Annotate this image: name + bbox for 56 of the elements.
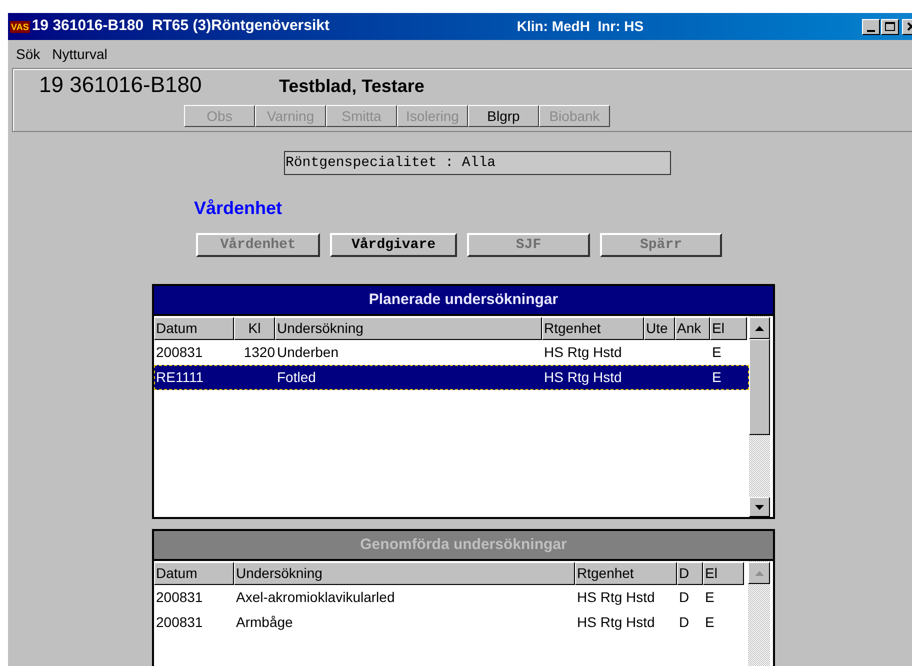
menu-item[interactable]: Sök [16,44,40,64]
table-cell: D [679,589,690,605]
minimize-button[interactable] [862,18,880,34]
column-header[interactable]: Rtgenhet [542,317,644,340]
table-cell: 200831 [156,614,203,630]
column-header[interactable]: Rtgenhet [575,562,677,585]
table-row[interactable]: 200831 Axel-akromioklavikularled HS Rtg Hstd D E [154,585,748,610]
table-cell: D [679,614,690,630]
window-context: Klin: MedH Inr: HS [516,17,644,36]
column-header[interactable]: El [703,562,744,585]
table-cell: 1320 [244,344,275,360]
table-cell: HS Rtg Hstd [577,589,655,605]
flag-button[interactable]: Blgrp [468,105,539,127]
table-cell: E [712,344,722,360]
table-cell: E [705,614,714,630]
column-header[interactable]: Ute [644,317,675,340]
patient-name: Testblad, Testare [279,75,424,98]
table-cell: 200831 [156,589,203,605]
patient-id: 19 361016-B180 [39,71,203,99]
table-cell: Fotled [277,369,316,385]
table-cell: E [712,369,722,385]
column-header[interactable]: Datum [154,317,234,340]
panel-title: Planerade undersökningar [154,286,773,314]
table-cell: HS Rtg Hstd [544,344,622,360]
panel-title: Genomförda undersökningar [154,531,773,559]
table-cell: E [705,589,714,605]
up-arrow-icon [755,326,764,330]
scrollbar[interactable] [749,316,770,517]
column-header[interactable]: El [710,317,747,340]
window-title: 19 361016-B180 RT65 (3)Röntgenöversikt [32,16,330,36]
column-header[interactable]: Datum [154,562,234,585]
minimize-icon [867,30,875,32]
menu-item[interactable]: Nytturval [52,44,108,64]
app-badge: VAS [10,20,30,32]
column-header[interactable]: Undersökning [234,562,575,585]
section-heading: Vårdenhet [194,197,284,220]
down-arrow-icon [755,504,764,510]
unit-button[interactable]: Vårdgivare [330,233,457,257]
table-row[interactable]: RE1111 Fotled HS Rtg Hstd E [154,365,749,390]
table-cell: Axel-akromioklavikularled [236,589,395,605]
maximize-icon [885,22,895,31]
table-cell: Underben [277,344,338,360]
table-cell: 200831 [156,344,203,360]
maximize-button[interactable] [881,18,899,34]
table-cell: HS Rtg Hstd [544,369,622,385]
column-header[interactable]: Kl [234,317,275,340]
column-header[interactable]: Ank [675,317,710,340]
table-row[interactable]: 200831 1320 Underben HS Rtg Hstd E [154,340,749,365]
table-cell: RE1111 [156,369,204,385]
column-header[interactable]: D [677,562,703,585]
up-arrow-icon [754,570,764,576]
table-row[interactable]: 200831 Armbåge HS Rtg Hstd D E [154,610,748,635]
specialty-field[interactable]: Röntgenspecialitet : Alla [284,151,670,175]
table-cell: Armbåge [236,614,293,630]
column-header[interactable]: Undersökning [275,317,542,340]
table-cell: HS Rtg Hstd [577,614,655,630]
